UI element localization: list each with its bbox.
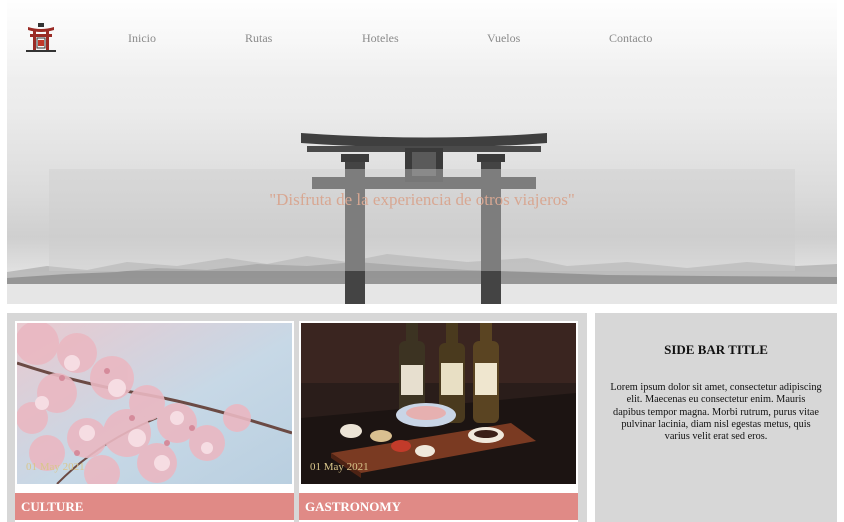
- post-card-gastronomy[interactable]: 01 May 2021 GASTRONOMY: [299, 321, 578, 522]
- nav-link-rutas[interactable]: Rutas: [245, 31, 272, 46]
- cherry-blossom-photo: [17, 323, 292, 484]
- post-category-culture[interactable]: CULTURE: [15, 493, 294, 520]
- post-category-gastronomy[interactable]: GASTRONOMY: [299, 493, 578, 520]
- hero-quote: "Disfruta de la experiencia de otros via…: [269, 190, 575, 209]
- post-date: 01 May 2021: [310, 461, 369, 473]
- nav-link-inicio[interactable]: Inicio: [128, 31, 156, 46]
- post-card-culture[interactable]: 01 May 2021 CULTURE: [15, 321, 294, 522]
- posts-section: 01 May 2021 CULTURE 01 May 2021 GASTRONO…: [7, 313, 587, 522]
- sake-meal-photo: [301, 323, 576, 484]
- hero-quote-band: "Disfruta de la experiencia de otros via…: [49, 169, 795, 271]
- sidebar-text: Lorem ipsum dolor sit amet, consectetur …: [610, 382, 822, 443]
- nav-link-vuelos[interactable]: Vuelos: [487, 31, 520, 46]
- sidebar-title: SIDE BAR TITLE: [664, 342, 768, 357]
- nav-link-hoteles[interactable]: Hoteles: [362, 31, 399, 46]
- post-date: 01 May 2021: [26, 461, 85, 473]
- torii-logo-icon[interactable]: [26, 20, 56, 53]
- main-navigation: Inicio Rutas Hoteles Vuelos Contacto: [0, 0, 844, 70]
- sidebar: SIDE BAR TITLE Lorem ipsum dolor sit ame…: [595, 313, 837, 522]
- nav-link-contacto[interactable]: Contacto: [609, 31, 652, 46]
